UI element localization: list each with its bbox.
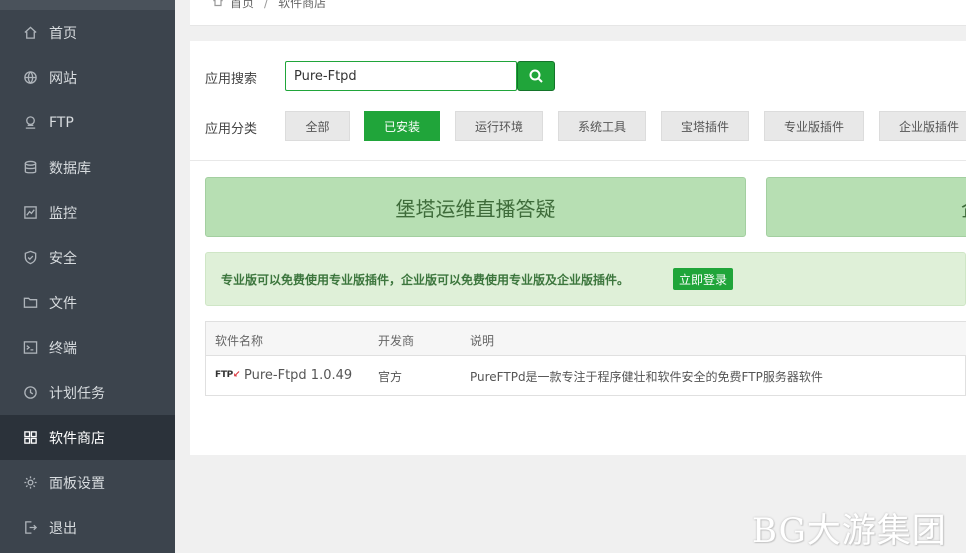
search-input[interactable] <box>285 61 517 91</box>
sidebar-item-label: 终端 <box>49 340 77 357</box>
breadcrumb-home[interactable]: 首页 <box>230 0 254 11</box>
live-qa-banner[interactable]: 堡塔运维直播答疑 <box>205 177 746 237</box>
sidebar-item-label: 软件商店 <box>49 430 105 447</box>
breadcrumb-current: 软件商店 <box>278 0 327 10</box>
sidebar-item-monitor[interactable]: 监控 <box>0 190 175 235</box>
category-label: 应用分类 <box>205 122 258 137</box>
sidebar-item-app-store[interactable]: 软件商店 <box>0 415 175 460</box>
sidebar-item-label: 安全 <box>49 250 77 267</box>
upgrade-notice: 专业版可以免费使用专业版插件，企业版可以免费使用专业版及企业版插件。 立即登录 <box>205 252 966 306</box>
header-description: 说明 <box>470 334 495 348</box>
breadcrumb-separator: / <box>264 0 269 10</box>
header-software-name: 软件名称 <box>215 334 264 348</box>
sidebar-item-security[interactable]: 安全 <box>0 235 175 280</box>
sidebar-item-label: FTP <box>49 114 74 131</box>
software-vendor: 官方 <box>378 370 403 384</box>
sidebar-item-label: 网站 <box>49 70 77 87</box>
enterprise-banner[interactable]: 企 <box>766 177 966 237</box>
category-system-tools[interactable]: 系统工具 <box>558 111 646 141</box>
table-header: 软件名称 开发商 说明 <box>206 322 966 356</box>
app-store-panel: 应用搜索 应用分类 全部 已安装 运行环境 系统工具 宝塔插件 专业版插件 企业… <box>190 41 966 455</box>
breadcrumb: 首页 / 软件商店 <box>212 0 326 11</box>
category-enterprise-plugins[interactable]: 企业版插件 <box>879 111 966 141</box>
sidebar-item-website[interactable]: 网站 <box>0 55 175 100</box>
search-label: 应用搜索 <box>205 72 258 87</box>
software-table: 软件名称 开发商 说明 FTP↙ Pure-Ftpd 1.0.49 官方 Pur… <box>205 321 966 396</box>
watermark: BG大游集团 <box>752 511 947 551</box>
sidebar: 首页 网站 FTP 数据库 监控 安全 文件 终端 计划任务 软件商店 面板设置 <box>0 0 175 553</box>
database-icon <box>22 160 38 176</box>
category-installed[interactable]: 已安装 <box>364 111 440 141</box>
category-pro-plugins[interactable]: 专业版插件 <box>764 111 864 141</box>
globe-icon <box>22 70 38 86</box>
sidebar-item-label: 退出 <box>49 520 77 537</box>
logout-icon <box>22 520 38 536</box>
home-icon <box>212 0 224 10</box>
folder-icon <box>22 295 38 311</box>
category-runtime[interactable]: 运行环境 <box>455 111 543 141</box>
table-row[interactable]: FTP↙ Pure-Ftpd 1.0.49 官方 PureFTPd是一款专注于程… <box>206 356 966 396</box>
notice-text: 专业版可以免费使用专业版插件，企业版可以免费使用专业版及企业版插件。 <box>221 273 630 287</box>
sidebar-item-home[interactable]: 首页 <box>0 10 175 55</box>
category-bt-plugins[interactable]: 宝塔插件 <box>661 111 749 141</box>
search-icon <box>528 68 544 84</box>
ftp-icon <box>22 115 38 131</box>
sidebar-item-label: 首页 <box>49 25 77 42</box>
grid-icon <box>22 430 38 446</box>
sidebar-item-label: 面板设置 <box>49 475 105 492</box>
sidebar-top-strip <box>0 0 175 10</box>
sidebar-item-database[interactable]: 数据库 <box>0 145 175 190</box>
software-description: PureFTPd是一款专注于程序健壮和软件安全的免费FTP服务器软件 <box>470 370 823 384</box>
shield-icon <box>22 250 38 266</box>
login-now-button[interactable]: 立即登录 <box>673 268 734 290</box>
breadcrumb-panel: 首页 / 软件商店 <box>190 0 966 26</box>
sidebar-item-ftp[interactable]: FTP <box>0 100 175 145</box>
software-name[interactable]: Pure-Ftpd 1.0.49 <box>244 368 352 383</box>
sidebar-item-terminal[interactable]: 终端 <box>0 325 175 370</box>
sidebar-item-label: 监控 <box>49 205 77 222</box>
terminal-icon <box>22 340 38 356</box>
header-developer: 开发商 <box>378 334 415 348</box>
sidebar-item-panel-settings[interactable]: 面板设置 <box>0 460 175 505</box>
home-icon <box>22 25 38 41</box>
gear-icon <box>22 475 38 491</box>
filter-area: 应用搜索 应用分类 全部 已安装 运行环境 系统工具 宝塔插件 专业版插件 企业… <box>190 41 966 161</box>
monitor-icon <box>22 205 38 221</box>
sidebar-item-files[interactable]: 文件 <box>0 280 175 325</box>
clock-icon <box>22 385 38 401</box>
sidebar-item-logout[interactable]: 退出 <box>0 505 175 550</box>
sidebar-item-label: 计划任务 <box>49 385 105 402</box>
sidebar-item-label: 数据库 <box>49 160 91 177</box>
search-button[interactable] <box>517 61 555 91</box>
sidebar-item-cron[interactable]: 计划任务 <box>0 370 175 415</box>
category-all[interactable]: 全部 <box>285 111 350 141</box>
ftp-logo-icon: FTP↙ <box>215 370 241 380</box>
sidebar-item-label: 文件 <box>49 295 77 312</box>
